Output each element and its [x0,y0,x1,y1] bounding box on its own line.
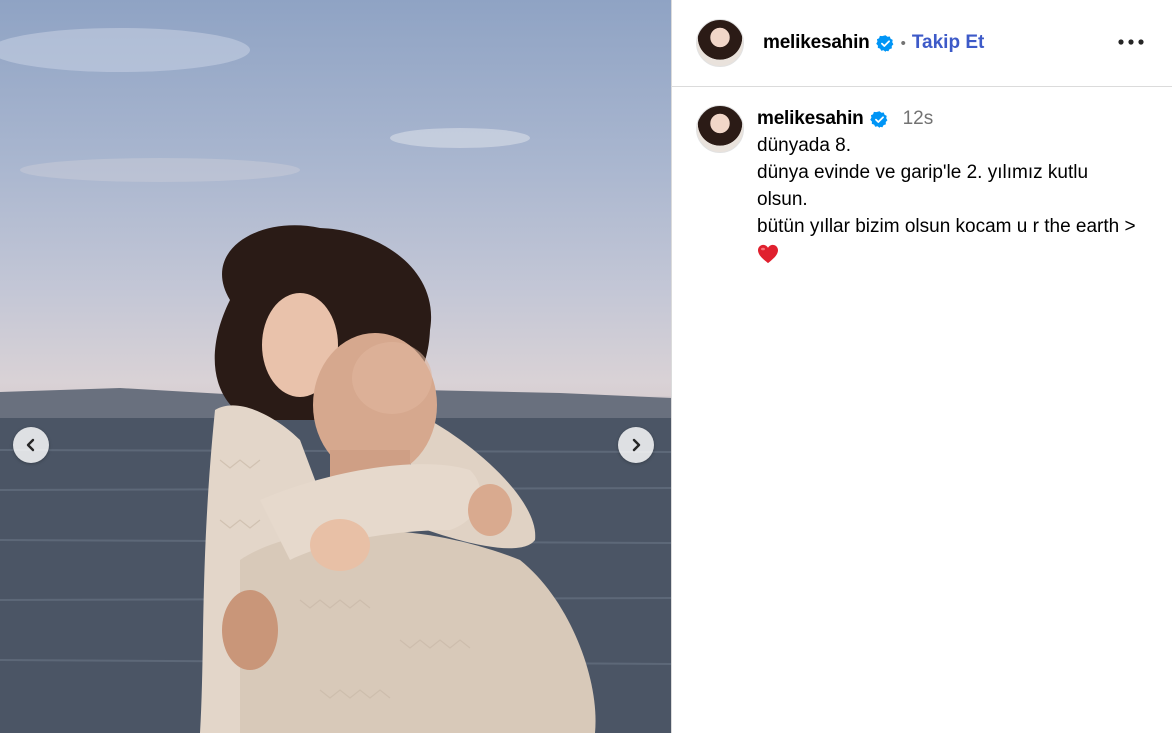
caption-block: melikesahin 12s dünyada 8. dünya evinde … [672,87,1172,272]
avatar[interactable] [696,19,744,67]
chevron-left-icon [26,438,35,452]
more-options-button[interactable] [1118,30,1144,54]
red-heart-icon [757,244,1137,272]
username-link[interactable]: melikesahin [763,32,870,54]
previous-photo-button[interactable] [13,427,49,463]
post-photo [0,28,671,733]
post-timestamp[interactable]: 12s [903,108,934,130]
caption-body: melikesahin 12s dünyada 8. dünya evinde … [757,108,1137,272]
caption-username-link[interactable]: melikesahin [757,108,864,130]
separator-dot: • [900,34,906,52]
verified-badge-icon [875,34,895,53]
chevron-right-icon [632,438,641,452]
caption-header: melikesahin 12s [757,108,1137,130]
caption-avatar[interactable] [696,105,744,153]
caption-text: dünyada 8. dünya evinde ve garip'le 2. y… [757,132,1137,272]
caption-line: bütün yıllar bizim olsun kocam u r the e… [757,216,1136,237]
verified-badge-icon [869,110,889,129]
caption-line: dünyada 8. [757,135,852,156]
more-options-icon [1118,39,1144,45]
post-sidebar: melikesahin • Takip Et melikesahin 12s d… [671,0,1172,733]
post-media[interactable] [0,0,671,733]
caption-line: dünya evinde ve garip'le 2. yılımız kutl… [757,162,1089,210]
post-header: melikesahin • Takip Et [672,0,1172,87]
next-photo-button[interactable] [618,427,654,463]
follow-button[interactable]: Takip Et [912,32,985,54]
